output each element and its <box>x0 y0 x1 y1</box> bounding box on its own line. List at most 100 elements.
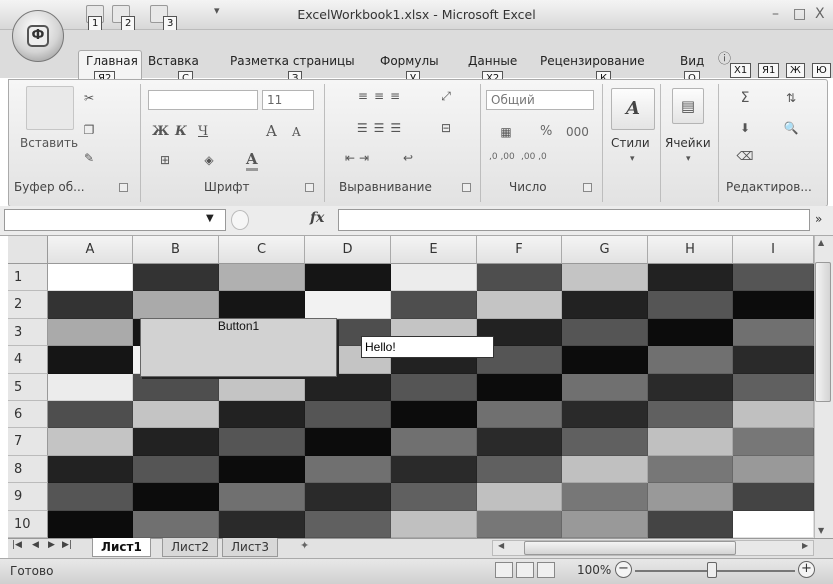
sheet-tab-3[interactable]: Лист3 <box>222 538 279 557</box>
grid-cell[interactable] <box>648 483 733 511</box>
scroll-right-icon[interactable]: ▶ <box>802 541 808 550</box>
row-header[interactable]: 10 <box>8 511 48 538</box>
grid-cell[interactable] <box>48 264 133 291</box>
grid-cell[interactable] <box>133 428 219 456</box>
grid-cell[interactable] <box>219 401 305 428</box>
paste-icon[interactable] <box>26 86 74 130</box>
horizontal-scroll-thumb[interactable] <box>524 541 736 555</box>
grid-cell[interactable] <box>562 483 648 511</box>
grid-cell[interactable] <box>48 291 133 319</box>
vertical-scroll-thumb[interactable] <box>815 262 831 402</box>
clipboard-dialog-launcher-icon[interactable] <box>119 183 128 192</box>
indent-icons[interactable]: ⇤⇥ <box>334 148 384 168</box>
number-format-combo[interactable]: Общий <box>486 90 594 110</box>
grid-cell[interactable] <box>133 291 219 319</box>
grid-cell[interactable] <box>477 291 562 319</box>
grid-cell[interactable] <box>48 401 133 428</box>
font-color-icon[interactable]: A <box>246 150 258 171</box>
grid-cell[interactable] <box>133 483 219 511</box>
grid-cell[interactable] <box>133 374 219 401</box>
column-header[interactable]: C <box>219 236 305 264</box>
grid-cell[interactable] <box>477 428 562 456</box>
column-header[interactable]: B <box>133 236 219 264</box>
grid-cell[interactable] <box>391 264 477 291</box>
underline-button[interactable]: Ч <box>198 124 208 139</box>
grid-cell[interactable] <box>219 428 305 456</box>
font-dialog-launcher-icon[interactable] <box>305 183 314 192</box>
grid-cell[interactable] <box>648 401 733 428</box>
zoom-out-icon[interactable]: − <box>615 561 632 578</box>
grid-cell[interactable] <box>133 456 219 483</box>
grid-cell[interactable] <box>562 401 648 428</box>
grid-cell[interactable] <box>305 483 391 511</box>
grid-cell[interactable] <box>219 511 305 538</box>
grid-cell[interactable] <box>305 511 391 538</box>
expand-formula-bar-icon[interactable]: » <box>815 212 822 226</box>
row-header[interactable]: 3 <box>8 319 48 346</box>
grid-cell[interactable] <box>477 264 562 291</box>
row-header[interactable]: 9 <box>8 483 48 511</box>
row-header[interactable]: 4 <box>8 346 48 374</box>
shrink-font-button[interactable]: A <box>292 125 301 139</box>
sort-filter-icon[interactable]: ⇅ <box>776 88 806 108</box>
grid-cell[interactable] <box>391 291 477 319</box>
grid-cell[interactable] <box>648 456 733 483</box>
tab-page-layout[interactable]: Разметка страницы <box>230 54 355 68</box>
grid-cell[interactable] <box>133 264 219 291</box>
grid-cell[interactable] <box>733 456 814 483</box>
merge-cells-icon[interactable]: ⊟ <box>434 118 458 138</box>
sheet-tab-1[interactable]: Лист1 <box>92 538 151 557</box>
grid-cell[interactable] <box>733 374 814 401</box>
vertical-align-icons[interactable]: ≡≡≡ <box>332 86 432 106</box>
cells-button-label[interactable]: Ячейки <box>665 136 711 150</box>
fill-icon[interactable]: ⬇ <box>730 118 760 138</box>
grid-cell[interactable] <box>562 264 648 291</box>
currency-format-icon[interactable]: ▦ <box>488 122 524 142</box>
fill-color-icon[interactable]: ◈ <box>194 150 224 170</box>
grid-cell[interactable] <box>733 428 814 456</box>
column-header[interactable]: I <box>733 236 814 264</box>
grid-cell[interactable] <box>648 291 733 319</box>
tab-view[interactable]: Вид <box>680 54 704 68</box>
grid-cell[interactable] <box>48 374 133 401</box>
italic-button[interactable]: К <box>175 124 187 139</box>
cells-dropdown-icon[interactable]: ▾ <box>686 154 691 164</box>
first-sheet-icon[interactable]: |◀ <box>12 540 22 550</box>
grid-cell[interactable] <box>477 511 562 538</box>
page-layout-view-icon[interactable] <box>516 562 534 578</box>
styles-dropdown-icon[interactable]: ▾ <box>630 154 635 164</box>
office-button[interactable]: Ф <box>12 10 64 62</box>
grid-cell[interactable] <box>733 401 814 428</box>
grid-cell[interactable] <box>648 428 733 456</box>
grid-cell[interactable] <box>133 401 219 428</box>
grid-cell[interactable] <box>562 346 648 374</box>
name-box-dropdown-icon[interactable]: ▼ <box>206 213 214 224</box>
increase-decimal-button[interactable]: ,0 ,00 <box>489 152 515 162</box>
borders-icon[interactable]: ⊞ <box>150 150 180 170</box>
grid-cell[interactable] <box>219 483 305 511</box>
grid-cell[interactable] <box>733 291 814 319</box>
cut-icon[interactable]: ✂ <box>78 88 100 108</box>
row-header[interactable]: 2 <box>8 291 48 319</box>
last-sheet-icon[interactable]: ▶| <box>62 540 72 550</box>
grid-cell[interactable] <box>648 346 733 374</box>
grid-cell[interactable] <box>477 374 562 401</box>
grid-cell[interactable] <box>48 511 133 538</box>
sheet-tab-2[interactable]: Лист2 <box>162 538 219 557</box>
grow-font-button[interactable]: A <box>266 122 277 140</box>
scroll-up-icon[interactable]: ▲ <box>818 238 824 247</box>
normal-view-icon[interactable] <box>495 562 513 578</box>
insert-function-button[interactable]: fx <box>310 210 324 226</box>
grid-cell[interactable] <box>648 511 733 538</box>
grid-cell[interactable] <box>391 401 477 428</box>
prev-sheet-icon[interactable]: ◀ <box>32 540 39 550</box>
clear-icon[interactable]: ⌫ <box>730 146 760 166</box>
grid-cell[interactable] <box>219 456 305 483</box>
grid-cell[interactable] <box>48 428 133 456</box>
decrease-decimal-button[interactable]: ,00 ,0 <box>521 152 547 162</box>
grid-cell[interactable] <box>305 456 391 483</box>
grid-cell[interactable] <box>48 483 133 511</box>
grid-cell[interactable] <box>305 428 391 456</box>
grid-cell[interactable] <box>648 319 733 346</box>
cells-icon[interactable]: ▤ <box>672 88 704 124</box>
